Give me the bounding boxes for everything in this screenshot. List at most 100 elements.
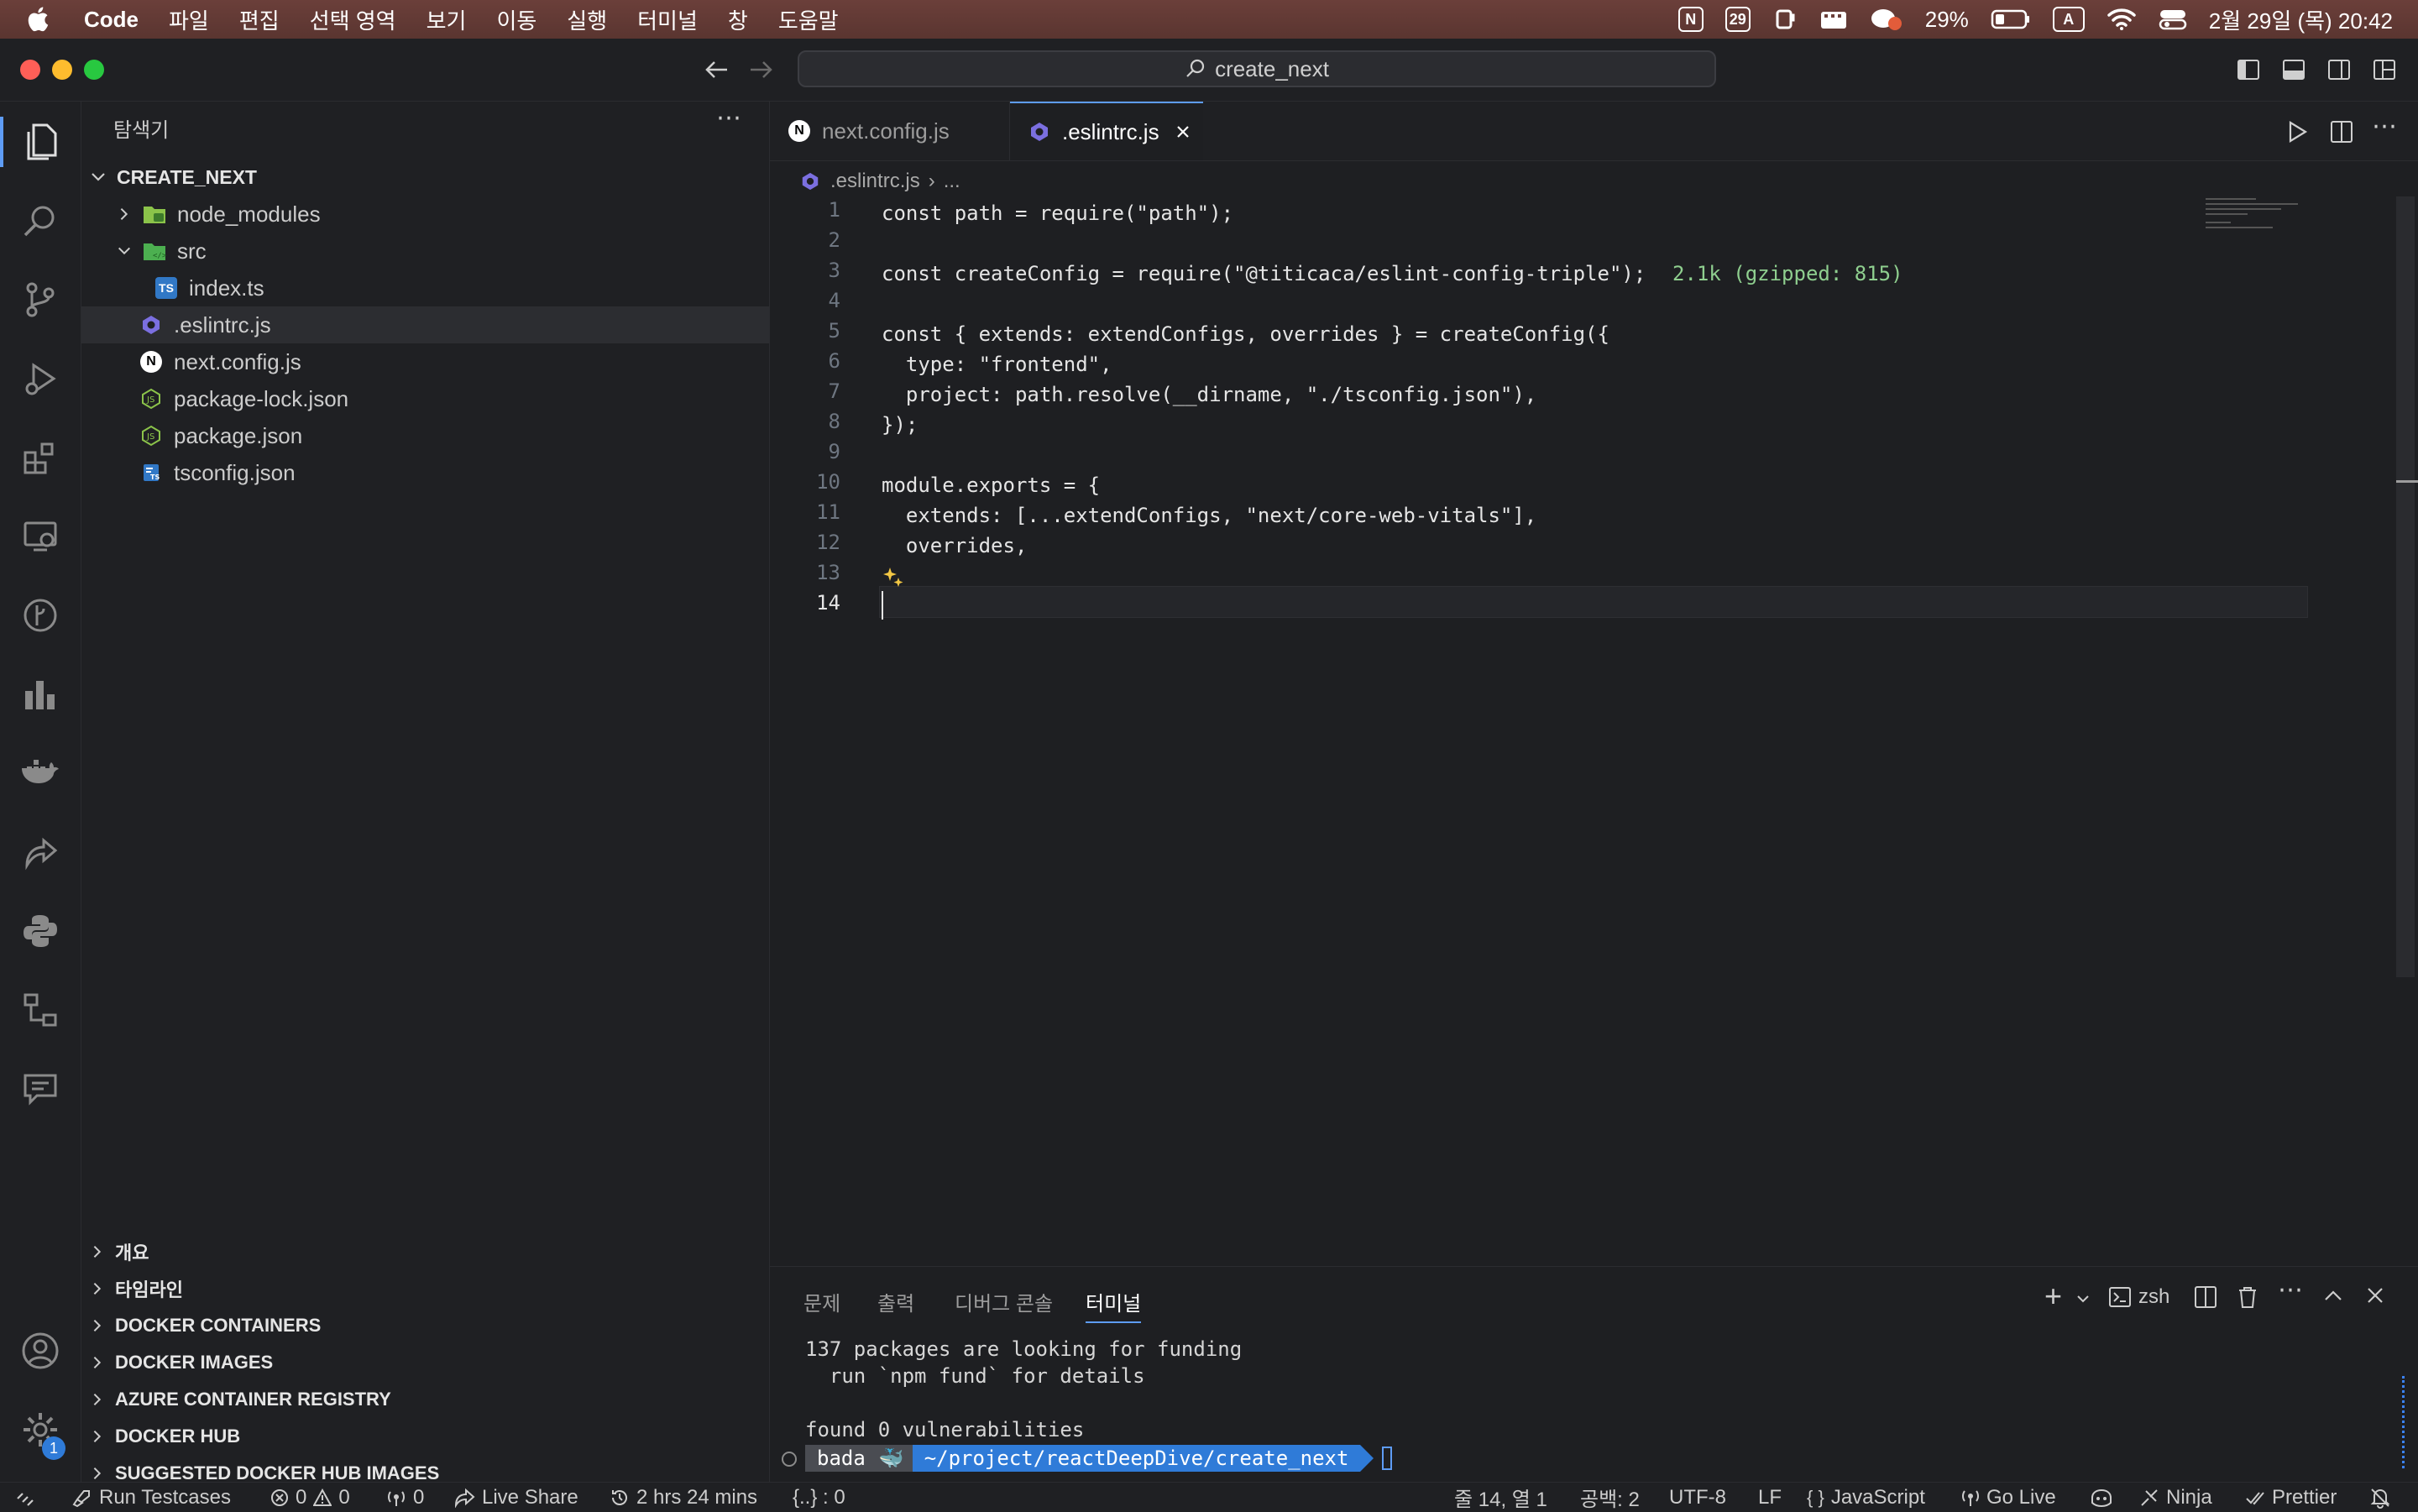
comments-icon[interactable] xyxy=(17,1065,64,1112)
code-editor[interactable]: .eslintrc.js › ... 1 2 3 4 5 6 7 8 9 10 … xyxy=(770,161,2418,1266)
menu-help[interactable]: 도움말 xyxy=(778,4,839,35)
breadcrumb-file[interactable]: .eslintrc.js xyxy=(830,170,920,193)
battery-icon[interactable] xyxy=(1991,8,2031,30)
section-outline[interactable]: 개요 xyxy=(81,1233,769,1270)
breadcrumb-symbol[interactable]: ... xyxy=(944,170,960,193)
tab-eslintrc[interactable]: .eslintrc.js xyxy=(1010,102,1203,160)
chevron-down-icon[interactable] xyxy=(2076,1294,2090,1304)
menu-run[interactable]: 실행 xyxy=(567,4,607,35)
ports-indicator[interactable]: 0 xyxy=(386,1483,424,1512)
panel-tab-problems[interactable]: 문제 xyxy=(803,1287,840,1316)
close-tab-icon[interactable] xyxy=(1175,123,1191,140)
app-menu-code[interactable]: Code xyxy=(84,7,139,33)
run-code-icon[interactable] xyxy=(2286,120,2308,144)
tree-item-next-config[interactable]: N next.config.js xyxy=(81,343,769,380)
menu-file[interactable]: 파일 xyxy=(169,4,209,35)
section-azure-registry[interactable]: AZURE CONTAINER REGISTRY xyxy=(81,1381,769,1418)
toggle-primary-sidebar-icon[interactable] xyxy=(2237,59,2260,81)
notifications-bell-icon[interactable] xyxy=(2369,1483,2391,1512)
clipboard-tray-icon[interactable] xyxy=(1772,7,1798,32)
live-share-button[interactable]: Live Share xyxy=(453,1483,578,1512)
ninja-button[interactable]: Ninja xyxy=(2139,1483,2212,1512)
tree-item-node-modules[interactable]: node_modules xyxy=(81,196,769,233)
zoom-window-button[interactable] xyxy=(84,60,104,80)
minimap[interactable] xyxy=(2206,195,2315,245)
menu-view[interactable]: 보기 xyxy=(427,4,467,35)
explorer-icon[interactable] xyxy=(17,118,64,165)
apple-logo-icon[interactable] xyxy=(25,5,54,34)
back-arrow-icon[interactable] xyxy=(704,57,730,82)
more-actions-icon[interactable]: ⋯ xyxy=(716,103,741,133)
extensions-icon[interactable] xyxy=(17,434,64,481)
docker-icon[interactable] xyxy=(17,750,64,797)
tree-item-eslintrc[interactable]: .eslintrc.js xyxy=(81,306,769,343)
menu-edit[interactable]: 편집 xyxy=(239,4,280,35)
tab-next-config[interactable]: N next.config.js xyxy=(770,102,1010,160)
panel-tab-output[interactable]: 출력 xyxy=(877,1287,914,1316)
cursor-position[interactable]: 줄 14, 열 1 xyxy=(1454,1483,1547,1512)
chat-tray-icon[interactable] xyxy=(1870,7,1903,32)
close-panel-icon[interactable] xyxy=(2365,1285,2385,1305)
panel-tab-debug-console[interactable]: 디버그 콘솔 xyxy=(955,1287,1053,1316)
split-terminal-icon[interactable] xyxy=(2194,1285,2217,1309)
wakatime-indicator[interactable]: 2 hrs 24 mins xyxy=(610,1483,757,1512)
control-center-icon[interactable] xyxy=(2159,8,2187,31)
section-docker-hub[interactable]: DOCKER HUB xyxy=(81,1418,769,1455)
problems-indicator[interactable]: 0 0 xyxy=(270,1483,350,1512)
sparkle-icon[interactable] xyxy=(882,564,907,589)
notion-tray-icon[interactable]: N xyxy=(1677,7,1704,32)
tree-item-src[interactable]: </> src xyxy=(81,233,769,269)
new-terminal-icon[interactable]: + xyxy=(2044,1279,2062,1314)
end-of-line[interactable]: LF xyxy=(1758,1483,1782,1512)
hierarchy-icon[interactable] xyxy=(17,986,64,1033)
section-timeline[interactable]: 타임라인 xyxy=(81,1270,769,1307)
language-mode[interactable]: { } JavaScript xyxy=(1807,1483,1925,1512)
live-share-icon[interactable] xyxy=(17,829,64,876)
maximize-panel-icon[interactable] xyxy=(2323,1287,2343,1304)
search-view-icon[interactable] xyxy=(17,197,64,244)
json-indicator[interactable]: {..} : 0 xyxy=(793,1483,845,1512)
run-debug-icon[interactable] xyxy=(17,355,64,402)
toggle-secondary-sidebar-icon[interactable] xyxy=(2327,59,2351,81)
panel-tab-terminal[interactable]: 터미널 xyxy=(1086,1287,1142,1323)
bar-chart-icon[interactable] xyxy=(17,671,64,718)
forward-arrow-icon[interactable] xyxy=(747,57,774,82)
indentation[interactable]: 공백: 2 xyxy=(1580,1483,1640,1512)
toggle-panel-icon[interactable] xyxy=(2282,59,2305,81)
python-icon[interactable] xyxy=(17,908,64,955)
wifi-icon[interactable] xyxy=(2107,8,2137,31)
remote-explorer-icon[interactable] xyxy=(17,513,64,560)
tree-item-index-ts[interactable]: TS index.ts xyxy=(81,269,769,306)
command-center-search[interactable]: create_next xyxy=(798,50,1716,87)
section-docker-images[interactable]: DOCKER IMAGES xyxy=(81,1344,769,1381)
minimize-window-button[interactable] xyxy=(52,60,72,80)
run-testcases-button[interactable]: Run Testcases xyxy=(71,1483,231,1512)
accounts-icon[interactable] xyxy=(17,1327,64,1374)
project-folder-header[interactable]: CREATE_NEXT xyxy=(81,159,769,196)
encoding[interactable]: UTF-8 xyxy=(1669,1483,1726,1512)
editor-more-icon[interactable]: ⋯ xyxy=(2372,112,2397,141)
close-window-button[interactable] xyxy=(20,60,40,80)
git-graph-icon[interactable] xyxy=(17,592,64,639)
input-method-icon[interactable]: A xyxy=(2052,7,2085,32)
split-editor-icon[interactable] xyxy=(2330,120,2353,144)
menu-selection[interactable]: 선택 영역 xyxy=(310,4,396,35)
panel-more-icon[interactable]: ⋯ xyxy=(2278,1275,2303,1305)
menu-go[interactable]: 이동 xyxy=(496,4,536,35)
menu-terminal[interactable]: 터미널 xyxy=(637,4,698,35)
kill-terminal-icon[interactable] xyxy=(2236,1285,2259,1309)
prettier-button[interactable]: Prettier xyxy=(2245,1483,2337,1512)
terminal-shell-selector[interactable]: zsh xyxy=(2108,1285,2169,1309)
source-control-icon[interactable] xyxy=(17,276,64,323)
remote-indicator-icon[interactable] xyxy=(15,1483,35,1512)
copilot-icon[interactable] xyxy=(2089,1483,2114,1512)
go-live-button[interactable]: Go Live xyxy=(1961,1483,2056,1512)
menubar-clock[interactable]: 2월 29일 (목) 20:42 xyxy=(2209,4,2393,35)
editor-scrollbar[interactable] xyxy=(2396,196,2415,977)
section-docker-containers[interactable]: DOCKER CONTAINERS xyxy=(81,1307,769,1344)
tree-item-package-json[interactable]: JS package.json xyxy=(81,417,769,454)
customize-layout-icon[interactable] xyxy=(2373,59,2396,81)
tree-item-package-lock[interactable]: JS package-lock.json xyxy=(81,380,769,417)
film-tray-icon[interactable] xyxy=(1819,8,1848,30)
menu-window[interactable]: 창 xyxy=(728,4,748,35)
